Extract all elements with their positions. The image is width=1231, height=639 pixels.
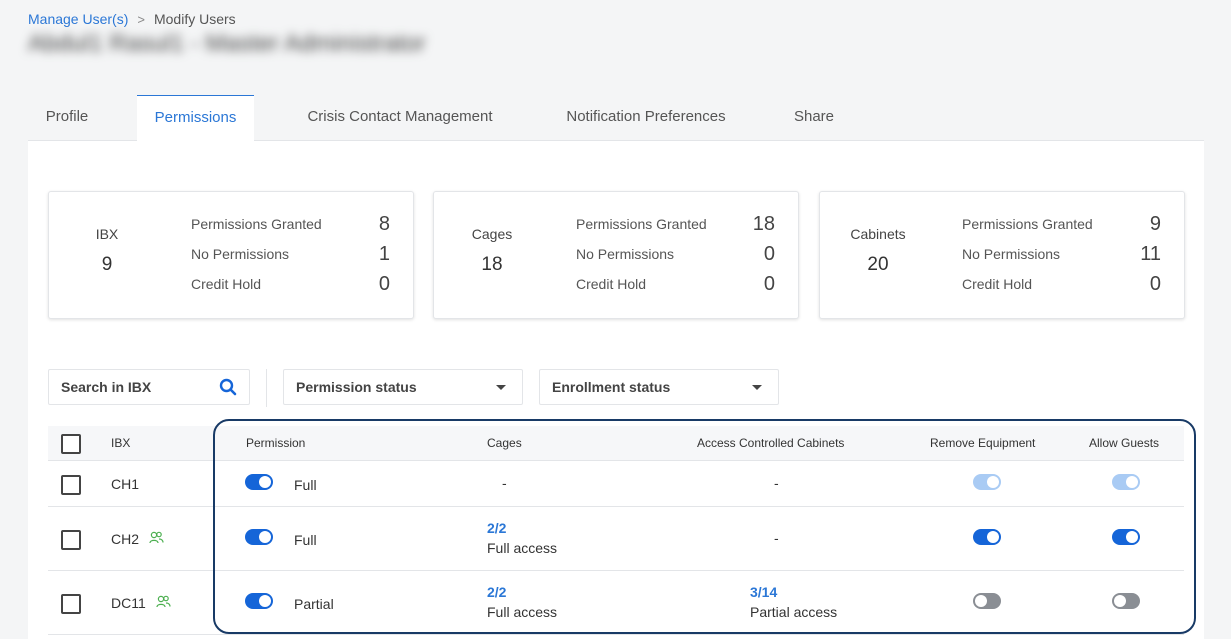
tab-share[interactable]: Share: [784, 95, 844, 141]
page-title: Abdul1 Rasul1 - Master Administrator: [28, 30, 426, 57]
card-category: Cabinets: [850, 226, 906, 242]
credit-hold-label: Credit Hold: [191, 276, 262, 292]
cabinets-value: -: [774, 475, 779, 491]
breadcrumb-current: Modify Users: [153, 11, 236, 27]
tab-profile[interactable]: Profile: [28, 95, 106, 141]
ibx-name: CH2: [111, 531, 164, 548]
permission-toggle[interactable]: [245, 593, 273, 609]
allow-guests-toggle[interactable]: [1112, 593, 1140, 609]
cages-value: -: [502, 475, 507, 491]
cages-access-text: Full access: [487, 604, 558, 620]
allow-guests-toggle[interactable]: [1112, 529, 1140, 545]
no-permissions-value: 0: [763, 243, 775, 265]
ibx-name-text: DC11: [111, 595, 146, 611]
column-header-permission[interactable]: Permission: [246, 436, 305, 450]
cages-count-link[interactable]: 2/2: [487, 520, 506, 536]
no-permissions-label: No Permissions: [962, 246, 1061, 262]
permissions-granted-value: 8: [378, 213, 390, 235]
card-count: 20: [867, 254, 889, 275]
breadcrumb-manage-users-link[interactable]: Manage User(s): [28, 11, 128, 27]
cabinets-access-text: Partial access: [750, 604, 838, 620]
permission-label: Full: [294, 477, 317, 493]
row-checkbox[interactable]: [61, 475, 81, 495]
credit-hold-label: Credit Hold: [576, 276, 647, 292]
table-row: CH2 Full 2/2 Full access -: [48, 507, 1184, 571]
search-input[interactable]: [61, 379, 211, 395]
card-category: Cages: [471, 226, 513, 242]
permission-status-dropdown[interactable]: Permission status: [283, 369, 523, 405]
breadcrumb: Manage User(s) > Modify Users: [28, 11, 236, 27]
table-row: CH1 Full - -: [48, 461, 1184, 507]
table-row: DC11 Partial 2/2 Full access 3/14 Partia…: [48, 571, 1184, 635]
permissions-granted-label: Permissions Granted: [191, 216, 322, 232]
tab-notification-preferences[interactable]: Notification Preferences: [550, 95, 742, 141]
permissions-granted-label: Permissions Granted: [962, 216, 1093, 232]
ibx-name-text: CH2: [111, 531, 140, 547]
enrollment-status-label: Enrollment status: [552, 379, 671, 395]
summary-card-cages: Cages 18 Permissions Granted 18 No Permi…: [433, 191, 799, 319]
no-permissions-label: No Permissions: [576, 246, 675, 262]
permission-status-label: Permission status: [296, 379, 417, 395]
tab-crisis-contact-management[interactable]: Crisis Contact Management: [290, 95, 510, 141]
no-permissions-label: No Permissions: [191, 246, 290, 262]
credit-hold-label: Credit Hold: [962, 276, 1033, 292]
credit-hold-value: 0: [763, 273, 775, 295]
permission-toggle[interactable]: [245, 529, 273, 545]
select-all-checkbox[interactable]: [61, 434, 81, 454]
permissions-granted-value: 9: [1149, 213, 1161, 235]
no-permissions-value: 1: [378, 243, 390, 265]
column-header-cabinets[interactable]: Access Controlled Cabinets: [697, 436, 844, 450]
permission-label: Partial: [294, 596, 334, 612]
search-box: [48, 369, 250, 405]
card-count: 9: [101, 254, 113, 275]
ibx-name: DC11: [111, 595, 171, 612]
cages-count-link[interactable]: 2/2: [487, 584, 506, 600]
guest-icon: [156, 595, 171, 612]
chevron-right-icon: >: [137, 11, 145, 27]
remove-equipment-toggle[interactable]: [973, 593, 1001, 609]
caret-down-icon: [752, 385, 762, 390]
permission-label: Full: [294, 532, 317, 548]
caret-down-icon: [496, 385, 506, 390]
enrollment-status-dropdown[interactable]: Enrollment status: [539, 369, 779, 405]
tab-permissions[interactable]: Permissions: [137, 95, 254, 142]
credit-hold-value: 0: [1149, 273, 1161, 295]
cabinets-count-link[interactable]: 3/14: [750, 584, 777, 600]
summary-card-ibx: IBX 9 Permissions Granted 8 No Permissio…: [48, 191, 414, 319]
cabinets-value: -: [774, 530, 779, 546]
summary-card-cabinets: Cabinets 20 Permissions Granted 9 No Per…: [819, 191, 1185, 319]
remove-equipment-toggle[interactable]: [973, 529, 1001, 545]
column-header-remove-equipment[interactable]: Remove Equipment: [930, 436, 1035, 450]
search-icon[interactable]: [219, 378, 237, 401]
table-header: IBX Permission Cages Access Controlled C…: [48, 426, 1184, 461]
permissions-panel: IBX 9 Permissions Granted 8 No Permissio…: [28, 141, 1204, 639]
guest-icon: [149, 531, 164, 548]
credit-hold-value: 0: [378, 273, 390, 295]
column-header-ibx[interactable]: IBX: [111, 436, 130, 450]
permissions-granted-label: Permissions Granted: [576, 216, 707, 232]
row-checkbox[interactable]: [61, 594, 81, 614]
row-checkbox[interactable]: [61, 530, 81, 550]
column-header-cages[interactable]: Cages: [487, 436, 522, 450]
column-header-allow-guests[interactable]: Allow Guests: [1089, 436, 1159, 450]
card-category: IBX: [95, 226, 119, 242]
tab-bar: Profile Permissions Crisis Contact Manag…: [28, 95, 1204, 142]
allow-guests-toggle[interactable]: [1112, 474, 1140, 490]
remove-equipment-toggle[interactable]: [973, 474, 1001, 490]
ibx-name: CH1: [111, 476, 140, 492]
filter-divider: [266, 369, 267, 407]
no-permissions-value: 11: [1140, 243, 1161, 265]
card-count: 18: [481, 254, 503, 275]
permission-toggle[interactable]: [245, 474, 273, 490]
cages-access-text: Full access: [487, 540, 558, 556]
permissions-granted-value: 18: [752, 213, 775, 235]
